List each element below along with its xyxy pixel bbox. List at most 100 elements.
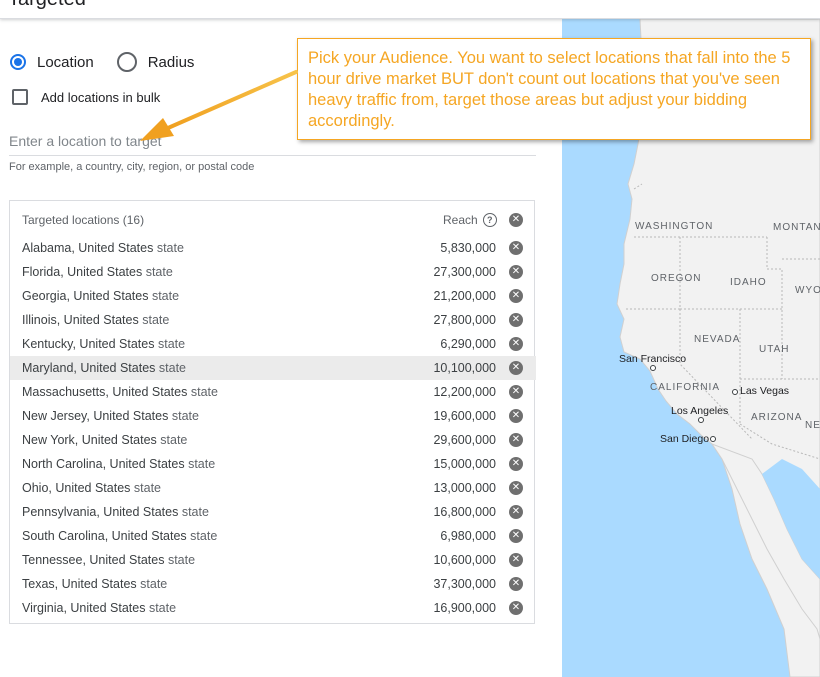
- location-reach: 21,200,000: [433, 289, 496, 303]
- bulk-add-checkbox[interactable]: [12, 89, 28, 105]
- location-type: state: [156, 241, 184, 255]
- map-label-montana: MONTAN: [773, 222, 820, 233]
- map-label-washington: WASHINGTON: [635, 221, 714, 232]
- table-row[interactable]: Kentucky, United States state 6,290,000 ✕: [10, 332, 536, 356]
- location-type: state: [158, 361, 186, 375]
- location-reach: 19,600,000: [433, 409, 496, 423]
- map-label-california: CALIFORNIA: [650, 382, 721, 393]
- city-marker-los-angeles: [698, 417, 704, 423]
- location-label: Kentucky, United States: [22, 337, 155, 351]
- location-type: state: [181, 505, 209, 519]
- table-row[interactable]: Maryland, United States state 10,100,000 ✕: [10, 356, 536, 380]
- location-type: state: [145, 265, 173, 279]
- panel-title: Targeted: [8, 0, 86, 11]
- remove-location-icon[interactable]: ✕: [509, 553, 523, 567]
- remove-location-icon[interactable]: ✕: [509, 601, 523, 615]
- location-reach: 16,800,000: [433, 505, 496, 519]
- location-name: New Jersey, United States state: [22, 409, 199, 423]
- remove-location-icon[interactable]: ✕: [509, 529, 523, 543]
- remove-location-icon[interactable]: ✕: [509, 241, 523, 255]
- location-reach: 5,830,000: [440, 241, 496, 255]
- location-type: state: [167, 553, 196, 567]
- island: [639, 147, 645, 151]
- reach-label: Reach: [443, 213, 478, 227]
- bulk-add-label: Add locations in bulk: [41, 89, 161, 105]
- map-label-ne: NE: [805, 420, 820, 431]
- table-row[interactable]: New York, United States state 29,600,000 ✕: [10, 428, 536, 452]
- panel-header: Targeted: [0, 0, 820, 19]
- remove-location-icon[interactable]: ✕: [509, 313, 523, 327]
- location-reach: 6,980,000: [440, 529, 496, 543]
- city-label-san-diego: San Diego: [660, 433, 710, 445]
- bulk-add-option[interactable]: Add locations in bulk: [12, 89, 160, 105]
- map-label-oregon: OREGON: [651, 273, 702, 284]
- remove-location-icon[interactable]: ✕: [509, 385, 523, 399]
- location-label: Alabama, United States: [22, 241, 154, 255]
- city-marker-san-francisco: [650, 365, 656, 371]
- location-reach: 27,800,000: [433, 313, 496, 327]
- help-icon[interactable]: ?: [482, 213, 497, 227]
- targeted-table-header: Targeted locations (16) Reach ? ✕: [10, 210, 534, 230]
- remove-location-icon[interactable]: ✕: [509, 481, 523, 495]
- remove-location-icon[interactable]: ✕: [509, 577, 523, 591]
- table-row[interactable]: New Jersey, United States state 19,600,00…: [10, 404, 536, 428]
- location-type: state: [151, 289, 180, 303]
- table-row[interactable]: North Carolina, United States state 15,00…: [10, 452, 536, 476]
- remove-location-icon[interactable]: ✕: [509, 265, 523, 279]
- map-label-wyoming: WYO: [795, 285, 820, 296]
- reach-header: Reach ?: [443, 213, 497, 227]
- location-label: Tennessee, United States: [22, 553, 165, 567]
- location-label: Virginia, United States: [22, 601, 146, 615]
- remove-location-icon[interactable]: ✕: [509, 409, 523, 423]
- location-name: Pennsylvania, United States state: [22, 505, 209, 519]
- location-type: state: [142, 313, 170, 327]
- location-name: New York, United States state: [22, 433, 187, 447]
- location-radio[interactable]: [10, 54, 26, 70]
- remove-location-icon[interactable]: ✕: [509, 337, 523, 351]
- location-radio-option[interactable]: Location: [10, 54, 94, 71]
- table-row[interactable]: Pennsylvania, United States state 16,800,…: [10, 500, 536, 524]
- location-type: state: [148, 601, 177, 615]
- table-row[interactable]: Georgia, United States state 21,200,000 ✕: [10, 284, 536, 308]
- targeted-count-title: Targeted locations (16): [22, 213, 145, 227]
- location-reach: 6,290,000: [440, 337, 496, 351]
- city-label-las-vegas: Las Vegas: [740, 385, 790, 397]
- location-name: Alabama, United States state: [22, 241, 184, 255]
- location-name: Florida, United States state: [22, 265, 173, 279]
- radius-radio-label: Radius: [147, 53, 195, 71]
- city-label-los-angeles: Los Angeles: [671, 405, 729, 417]
- table-row[interactable]: Tennessee, United States state 10,600,000…: [10, 548, 536, 572]
- location-radio-label: Location: [37, 53, 94, 71]
- table-row[interactable]: Texas, United States state 37,300,000 ✕: [10, 572, 536, 596]
- map-label-nevada: NEVADA: [694, 334, 741, 345]
- remove-location-icon[interactable]: ✕: [509, 433, 523, 447]
- location-name: Massachusetts, United States state: [22, 385, 218, 399]
- location-label: New Jersey, United States: [22, 409, 169, 423]
- table-row[interactable]: Florida, United States state 27,300,000 ✕: [10, 260, 536, 284]
- location-reach: 29,600,000: [433, 433, 496, 447]
- table-row[interactable]: Illinois, United States state 27,800,000 ✕: [10, 308, 536, 332]
- location-label: New York, United States: [22, 433, 157, 447]
- table-row[interactable]: Virginia, United States state 16,900,000 ✕: [10, 596, 536, 620]
- location-reach: 12,200,000: [433, 385, 496, 399]
- remove-location-icon[interactable]: ✕: [509, 505, 523, 519]
- remove-location-icon[interactable]: ✕: [509, 289, 523, 303]
- location-name: North Carolina, United States state: [22, 457, 215, 471]
- location-type: state: [140, 577, 168, 591]
- location-reach: 27,300,000: [433, 265, 496, 279]
- location-name: South Carolina, United States state: [22, 529, 217, 543]
- radius-radio-option[interactable]: Radius: [116, 52, 195, 72]
- remove-location-icon[interactable]: ✕: [509, 361, 523, 375]
- remove-all-icon[interactable]: ✕: [509, 213, 523, 227]
- remove-location-icon[interactable]: ✕: [509, 457, 523, 471]
- location-label: Texas, United States: [22, 577, 137, 591]
- location-label: North Carolina, United States: [22, 457, 185, 471]
- table-row[interactable]: Massachusetts, United States state 12,200…: [10, 380, 536, 404]
- table-row[interactable]: Ohio, United States state 13,000,000 ✕: [10, 476, 536, 500]
- table-row[interactable]: Alabama, United States state 5,830,000 ✕: [10, 236, 536, 260]
- location-type: state: [157, 337, 186, 351]
- radius-radio[interactable]: [116, 52, 137, 72]
- table-row[interactable]: South Carolina, United States state 6,980…: [10, 524, 536, 548]
- location-type: state: [188, 457, 216, 471]
- map-label-utah: UTAH: [759, 344, 790, 355]
